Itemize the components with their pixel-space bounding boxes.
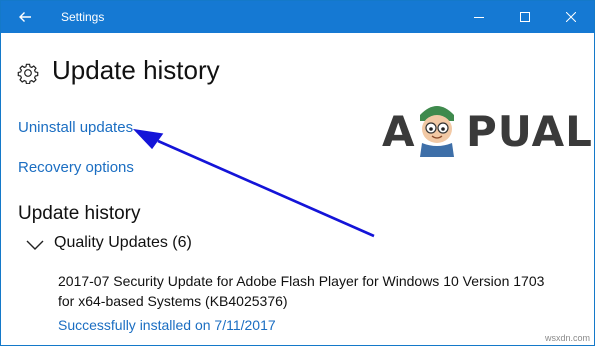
update-item-status-link[interactable]: Successfully installed on 7/11/2017 xyxy=(58,317,276,333)
close-button[interactable] xyxy=(548,1,594,33)
chevron-down-icon xyxy=(26,240,44,250)
maximize-button[interactable] xyxy=(502,1,548,33)
back-button[interactable] xyxy=(1,1,49,33)
close-icon xyxy=(566,12,576,22)
recovery-options-link[interactable]: Recovery options xyxy=(18,159,134,176)
window-title: Settings xyxy=(61,10,105,24)
maximize-icon xyxy=(520,12,530,22)
page-title: Update history xyxy=(52,55,220,85)
settings-window: Settings Update history Uninstall update… xyxy=(0,0,595,346)
watermark-text: wsxdn.com xyxy=(544,333,590,343)
appuals-logo: A PUALS xyxy=(382,97,594,161)
minimize-button[interactable] xyxy=(456,1,502,33)
uninstall-updates-link[interactable]: Uninstall updates xyxy=(18,119,133,136)
minimize-icon xyxy=(474,17,484,18)
logo-text-right: PUALS xyxy=(466,107,594,156)
section-title: Update history xyxy=(18,203,141,224)
arrow-left-icon xyxy=(19,12,31,22)
gear-icon xyxy=(17,63,39,84)
update-item-name: 2017-07 Security Update for Adobe Flash … xyxy=(58,273,545,309)
mascot-icon xyxy=(420,106,454,157)
group-label: Quality Updates (6) xyxy=(54,234,192,251)
title-bar: Settings xyxy=(1,1,594,33)
